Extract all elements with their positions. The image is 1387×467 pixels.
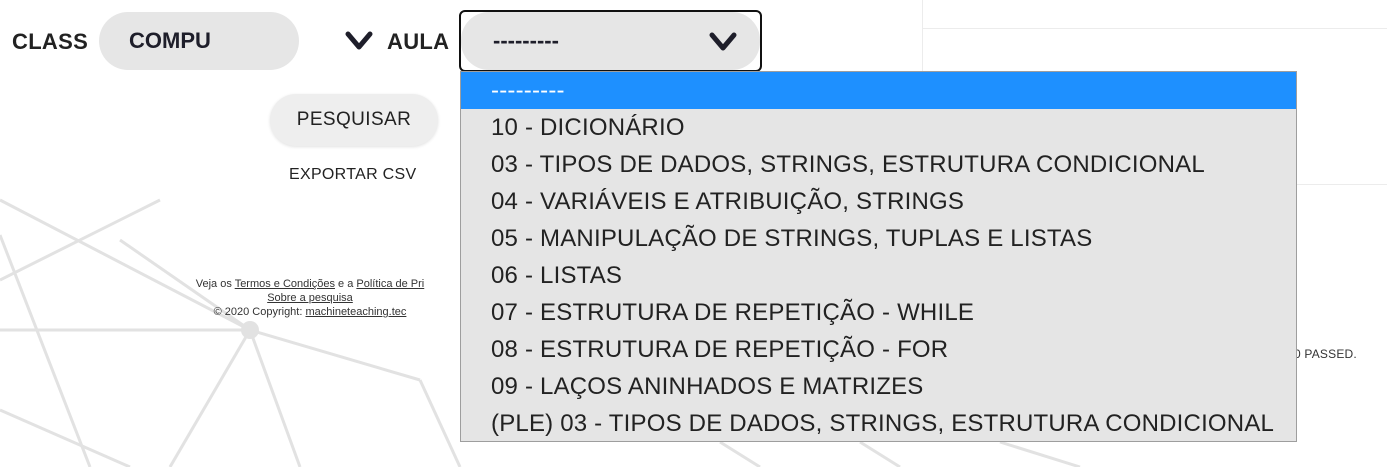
- dropdown-option[interactable]: (PLE) 03 - TIPOS DE DADOS, STRINGS, ESTR…: [461, 405, 1296, 441]
- footer: Veja os Termos e Condições e a Política …: [160, 277, 460, 319]
- footer-line-copyright: © 2020 Copyright: machineteaching.tec: [160, 305, 460, 319]
- aula-selected-value: ---------: [493, 28, 559, 53]
- footer-line-about: Sobre a pesquisa: [160, 291, 460, 305]
- dropdown-option[interactable]: 09 - LAÇOS ANINHADOS E MATRIZES: [461, 368, 1296, 405]
- privacy-link[interactable]: Política de Pri: [356, 278, 424, 290]
- dropdown-option[interactable]: 07 - ESTRUTURA DE REPETIÇÃO - WHILE: [461, 294, 1296, 331]
- aula-dropdown-list[interactable]: --------- 10 - DICIONÁRIO 03 - TIPOS DE …: [460, 71, 1297, 442]
- passed-count-text: 0 PASSED.: [1294, 347, 1357, 361]
- chevron-down-icon: [709, 32, 737, 51]
- dropdown-option[interactable]: ---------: [461, 72, 1296, 109]
- aula-label: AULA: [387, 29, 450, 54]
- export-csv-link[interactable]: EXPORTAR CSV: [289, 166, 416, 184]
- dropdown-option[interactable]: 08 - ESTRUTURA DE REPETIÇÃO - FOR: [461, 331, 1296, 368]
- dropdown-option[interactable]: 04 - VARIÁVEIS E ATRIBUIÇÃO, STRINGS: [461, 183, 1296, 220]
- terms-link[interactable]: Termos e Condições: [235, 278, 335, 290]
- aula-select[interactable]: ---------: [459, 10, 762, 72]
- copyright-text: © 2020 Copyright:: [213, 306, 306, 318]
- dropdown-option[interactable]: 06 - LISTAS: [461, 257, 1296, 294]
- panel-divider: [923, 28, 1387, 29]
- footer-text: Veja os: [195, 278, 235, 290]
- dropdown-option[interactable]: 03 - TIPOS DE DADOS, STRINGS, ESTRUTURA …: [461, 146, 1296, 183]
- dropdown-option[interactable]: 05 - MANIPULAÇÃO DE STRINGS, TUPLAS E LI…: [461, 220, 1296, 257]
- footer-text: e a: [334, 278, 357, 290]
- footer-line-terms: Veja os Termos e Condições e a Política …: [160, 277, 460, 291]
- class-selected-value: COMPU: [129, 28, 211, 53]
- class-label: CLASS: [12, 29, 89, 54]
- page: 0 PASSED. CLASS COMPU AULA --------- PES…: [0, 0, 1387, 467]
- chevron-down-icon: [345, 31, 373, 50]
- site-link[interactable]: machineteaching.tec: [305, 306, 406, 318]
- about-research-link[interactable]: Sobre a pesquisa: [267, 292, 353, 304]
- class-select[interactable]: COMPU: [99, 12, 373, 70]
- dropdown-option[interactable]: 10 - DICIONÁRIO: [461, 109, 1296, 146]
- search-button[interactable]: PESQUISAR: [270, 94, 438, 146]
